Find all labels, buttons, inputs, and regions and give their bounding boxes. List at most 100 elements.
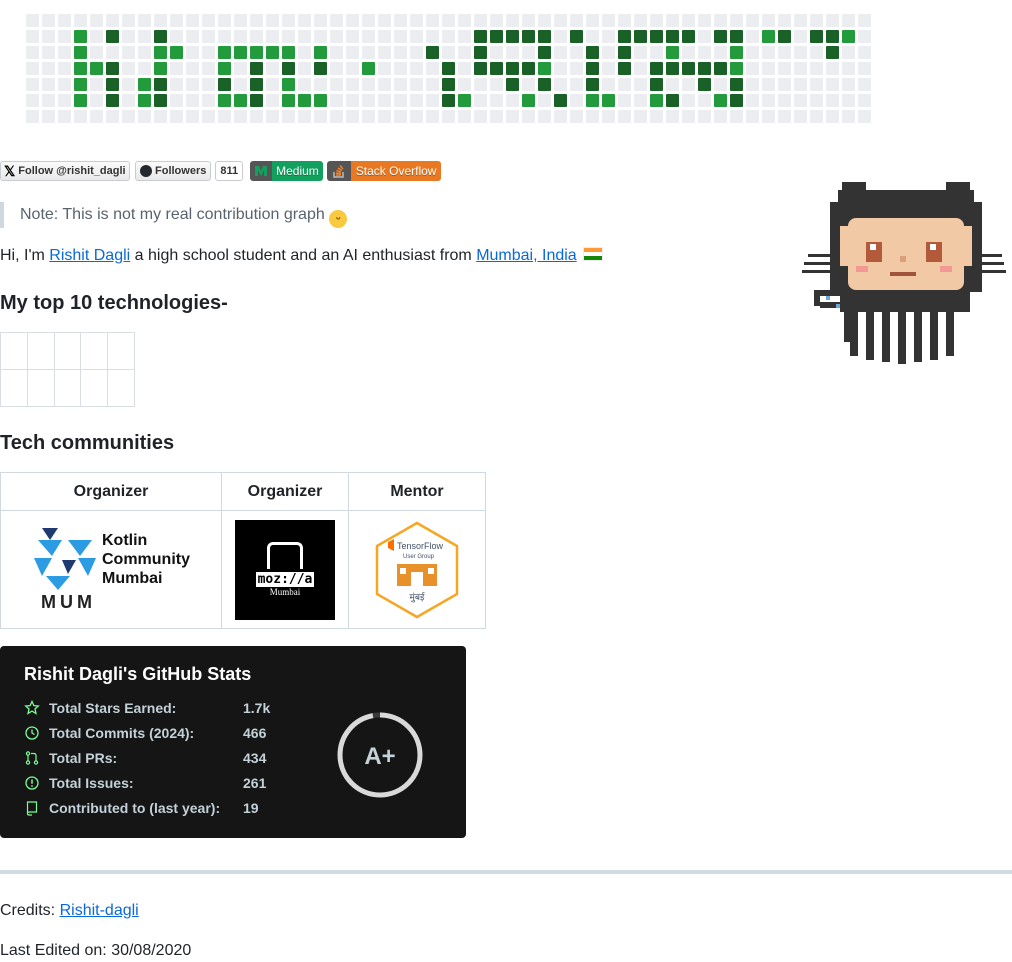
contribution-cell	[682, 62, 695, 75]
contribution-cell	[458, 14, 471, 27]
contribution-cell	[586, 46, 599, 59]
contribution-cell	[250, 94, 263, 107]
contribution-cell	[410, 14, 423, 27]
contribution-cell	[730, 14, 743, 27]
contribution-cell	[586, 30, 599, 43]
contribution-cell	[746, 110, 759, 123]
contribution-cell	[618, 78, 631, 91]
contribution-cell	[170, 30, 183, 43]
contribution-cell	[810, 62, 823, 75]
tensorflow-community-cell[interactable]: TensorFlow User Group मुंबई	[348, 510, 486, 629]
contribution-cell	[810, 14, 823, 27]
contribution-cell	[826, 46, 839, 59]
contribution-cell	[778, 110, 791, 123]
contribution-cell	[554, 14, 567, 27]
contribution-cell	[138, 78, 151, 91]
svg-text:मुंबई: मुंबई	[410, 591, 426, 603]
contribution-cell	[74, 14, 87, 27]
stackoverflow-badge[interactable]: Stack Overflow	[326, 161, 442, 181]
contribution-cell	[634, 94, 647, 107]
grade-ring: A+	[337, 712, 423, 798]
contribution-cell	[554, 30, 567, 43]
stat-row: Total Issues: 261	[24, 773, 266, 793]
contribution-cell	[266, 62, 279, 75]
contribution-cell	[618, 94, 631, 107]
contribution-cell	[202, 62, 215, 75]
contribution-cell	[426, 94, 439, 107]
contribution-cell	[538, 94, 551, 107]
contribution-cell	[330, 62, 343, 75]
contribution-cell	[810, 30, 823, 43]
github-followers-badge[interactable]: Followers	[135, 161, 212, 181]
contribution-cell	[682, 46, 695, 59]
role-header: Organizer	[221, 472, 349, 511]
name-link[interactable]: Rishit Dagli	[49, 247, 130, 264]
contribution-cell	[650, 110, 663, 123]
contribution-cell	[266, 14, 279, 27]
contribution-cell	[602, 110, 615, 123]
contribution-cell	[90, 110, 103, 123]
contribution-cell	[634, 78, 647, 91]
contribution-cell	[330, 30, 343, 43]
contribution-cell	[826, 110, 839, 123]
contribution-cell	[650, 94, 663, 107]
last-edited-line: Last Edited on: 30/08/2020	[0, 942, 192, 959]
tech-icon-cell	[53, 332, 82, 370]
contribution-cell	[474, 14, 487, 27]
contribution-cell	[410, 78, 423, 91]
contribution-cell	[266, 30, 279, 43]
twitter-follow-badge[interactable]: 𝕏 Follow @rishit_dagli	[0, 161, 130, 181]
contribution-cell	[506, 78, 519, 91]
contribution-cell	[458, 78, 471, 91]
contribution-cell	[746, 62, 759, 75]
technologies-heading: My top 10 technologies-	[0, 292, 228, 314]
contribution-cell	[698, 14, 711, 27]
contribution-cell	[58, 14, 71, 27]
contribution-cell	[474, 78, 487, 91]
contribution-cell	[538, 110, 551, 123]
contribution-cell	[522, 110, 535, 123]
credits-link[interactable]: Rishit-dagli	[60, 902, 139, 919]
contribution-cell	[74, 94, 87, 107]
contribution-cell	[570, 78, 583, 91]
contribution-cell	[330, 110, 343, 123]
contribution-cell	[26, 94, 39, 107]
contribution-cell	[570, 94, 583, 107]
contribution-cell	[634, 14, 647, 27]
contribution-cell	[698, 78, 711, 91]
contribution-cell	[42, 30, 55, 43]
contribution-cell	[666, 46, 679, 59]
contribution-cell	[218, 30, 231, 43]
contribution-cell	[410, 46, 423, 59]
contribution-cell	[538, 62, 551, 75]
location-link[interactable]: Mumbai, India	[476, 247, 577, 264]
pixel-octocat-image	[802, 182, 1006, 364]
contribution-cell	[442, 110, 455, 123]
stat-value: 261	[243, 775, 267, 791]
contribution-cell	[826, 94, 839, 107]
contribution-cell	[42, 46, 55, 59]
contribution-cell	[410, 30, 423, 43]
contribution-cell	[746, 94, 759, 107]
contribution-cell	[586, 62, 599, 75]
contribution-cell	[666, 110, 679, 123]
kotlin-community-cell[interactable]: Kotlin Community Mumbai MUM	[0, 510, 222, 629]
contribution-cell	[714, 14, 727, 27]
contribution-cell	[858, 94, 871, 107]
contribution-cell	[730, 110, 743, 123]
mozilla-community-cell[interactable]: moz://a Mumbai	[221, 510, 349, 629]
contribution-cell	[602, 14, 615, 27]
contribution-cell	[602, 46, 615, 59]
contribution-cell	[842, 62, 855, 75]
contribution-cell	[346, 94, 359, 107]
contribution-cell	[730, 94, 743, 107]
medium-badge[interactable]: Medium	[250, 161, 323, 181]
intro-paragraph: Hi, I'm Rishit Dagli a high school stude…	[0, 244, 604, 268]
contribution-cell	[218, 62, 231, 75]
contribution-cell	[810, 78, 823, 91]
contribution-cell	[506, 46, 519, 59]
contribution-cell	[538, 78, 551, 91]
contribution-cell	[410, 94, 423, 107]
tensorflow-user-group-logo: TensorFlow User Group मुंबई	[375, 521, 459, 618]
contribution-cell	[474, 62, 487, 75]
